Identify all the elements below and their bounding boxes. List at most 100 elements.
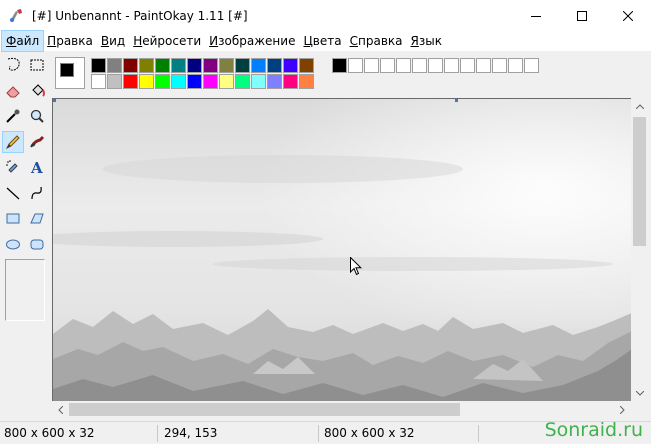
tool-eraser-button[interactable]: [2, 80, 24, 102]
magnifier-icon: [30, 109, 44, 123]
selection-handle-top-center[interactable]: [455, 99, 458, 102]
tool-magnifier-button[interactable]: [26, 105, 48, 127]
pencil-icon: [5, 134, 20, 149]
palette-swatch[interactable]: [155, 74, 170, 89]
palette-swatch[interactable]: [107, 58, 122, 73]
palette-swatch[interactable]: [283, 58, 298, 73]
custom-color-swatch[interactable]: [364, 58, 379, 73]
horizontal-scrollbar[interactable]: [52, 401, 631, 418]
svg-text:A: A: [30, 159, 43, 176]
vertical-scrollbar[interactable]: [631, 98, 648, 402]
fill-bucket-icon: [32, 83, 45, 97]
custom-color-swatch[interactable]: [476, 58, 491, 73]
tool-airbrush-button[interactable]: [2, 156, 24, 178]
status-separator: [478, 425, 479, 442]
palette-swatch[interactable]: [299, 58, 314, 73]
custom-color-swatch[interactable]: [380, 58, 395, 73]
palette-swatch[interactable]: [187, 58, 202, 73]
title-bar: [#] Unbenannt - PaintOkay 1.11 [#]: [0, 0, 651, 31]
tool-curve-button[interactable]: [26, 182, 48, 204]
palette-swatch[interactable]: [267, 58, 282, 73]
palette-swatch[interactable]: [235, 58, 250, 73]
palette-swatch[interactable]: [203, 74, 218, 89]
custom-color-swatch[interactable]: [412, 58, 427, 73]
eraser-icon: [6, 85, 20, 97]
minimize-button[interactable]: [513, 0, 559, 31]
menu-item[interactable]: Правка: [43, 31, 97, 51]
custom-color-swatch[interactable]: [428, 58, 443, 73]
horizontal-scroll-thumb[interactable]: [69, 403, 460, 416]
image-canvas[interactable]: [53, 99, 631, 402]
custom-color-swatch[interactable]: [508, 58, 523, 73]
rect-select-icon: [30, 59, 44, 71]
palette-swatch[interactable]: [251, 58, 266, 73]
scroll-down-arrow[interactable]: [631, 385, 648, 402]
custom-color-swatch[interactable]: [492, 58, 507, 73]
menu-item[interactable]: Вид: [97, 31, 129, 51]
chevron-down-icon: [635, 391, 644, 396]
palette-swatch[interactable]: [107, 74, 122, 89]
tool-color-picker-button[interactable]: [2, 105, 24, 127]
tool-rectangle-button[interactable]: [2, 207, 24, 229]
tool-options-panel: [5, 259, 45, 321]
tool-pencil-button[interactable]: [2, 130, 24, 153]
tool-line-button[interactable]: [2, 182, 24, 204]
tool-polygon-button[interactable]: [26, 207, 48, 229]
tool-free-select-button[interactable]: [2, 54, 24, 76]
palette-swatch[interactable]: [251, 74, 266, 89]
status-image-size-2: 800 x 600 x 32: [324, 426, 415, 440]
color-palette: [50, 52, 651, 98]
menu-item[interactable]: Справка: [346, 31, 407, 51]
maximize-button[interactable]: [559, 0, 605, 31]
menu-item[interactable]: Изображение: [205, 31, 299, 51]
palette-swatch[interactable]: [139, 58, 154, 73]
minimize-icon: [531, 15, 541, 17]
palette-swatch[interactable]: [91, 58, 106, 73]
scroll-right-arrow[interactable]: [614, 401, 631, 418]
menu-item[interactable]: Язык: [407, 31, 446, 51]
palette-swatch[interactable]: [283, 74, 298, 89]
palette-swatch[interactable]: [299, 74, 314, 89]
menu-item[interactable]: Файл: [0, 30, 45, 52]
custom-color-swatch[interactable]: [524, 58, 539, 73]
custom-color-swatch[interactable]: [444, 58, 459, 73]
palette-swatch[interactable]: [123, 58, 138, 73]
palette-swatch[interactable]: [219, 58, 234, 73]
selection-handle-top-left[interactable]: [53, 99, 56, 102]
scroll-left-arrow[interactable]: [52, 401, 69, 418]
palette-swatch[interactable]: [139, 74, 154, 89]
window-title: [#] Unbenannt - PaintOkay 1.11 [#]: [32, 8, 248, 23]
line-icon: [6, 187, 20, 199]
palette-swatch[interactable]: [187, 74, 202, 89]
scroll-up-arrow[interactable]: [631, 98, 648, 115]
custom-color-swatch[interactable]: [396, 58, 411, 73]
vertical-scroll-thumb[interactable]: [633, 117, 646, 246]
tool-ellipse-button[interactable]: [2, 233, 24, 255]
menu-item[interactable]: Цвета: [299, 31, 345, 51]
palette-swatch[interactable]: [171, 58, 186, 73]
palette-swatch[interactable]: [123, 74, 138, 89]
custom-color-swatch[interactable]: [460, 58, 475, 73]
tool-text-button[interactable]: A: [26, 156, 48, 178]
foreground-color[interactable]: [60, 63, 74, 77]
palette-swatch[interactable]: [171, 74, 186, 89]
current-colors[interactable]: [55, 57, 85, 89]
tool-fill-bucket-button[interactable]: [26, 80, 48, 102]
palette-swatch[interactable]: [267, 74, 282, 89]
canvas-area[interactable]: [52, 98, 631, 402]
free-select-icon: [7, 57, 20, 71]
custom-color-swatch[interactable]: [332, 58, 347, 73]
tool-brush-button[interactable]: [26, 131, 48, 153]
tool-rect-select-button[interactable]: [26, 54, 48, 76]
palette-swatch[interactable]: [235, 74, 250, 89]
text-icon: A: [30, 159, 43, 176]
close-button[interactable]: [605, 0, 651, 31]
tool-rounded-rect-button[interactable]: [26, 233, 48, 255]
palette-swatch[interactable]: [219, 74, 234, 89]
palette-swatch[interactable]: [203, 58, 218, 73]
palette-swatch[interactable]: [155, 58, 170, 73]
palette-swatch[interactable]: [91, 74, 106, 89]
menu-item[interactable]: Нейросети: [129, 31, 205, 51]
custom-color-swatch[interactable]: [348, 58, 363, 73]
menu-bar: Файл Правка Вид Нейросети Изображение Цвета Сп…: [0, 30, 651, 52]
